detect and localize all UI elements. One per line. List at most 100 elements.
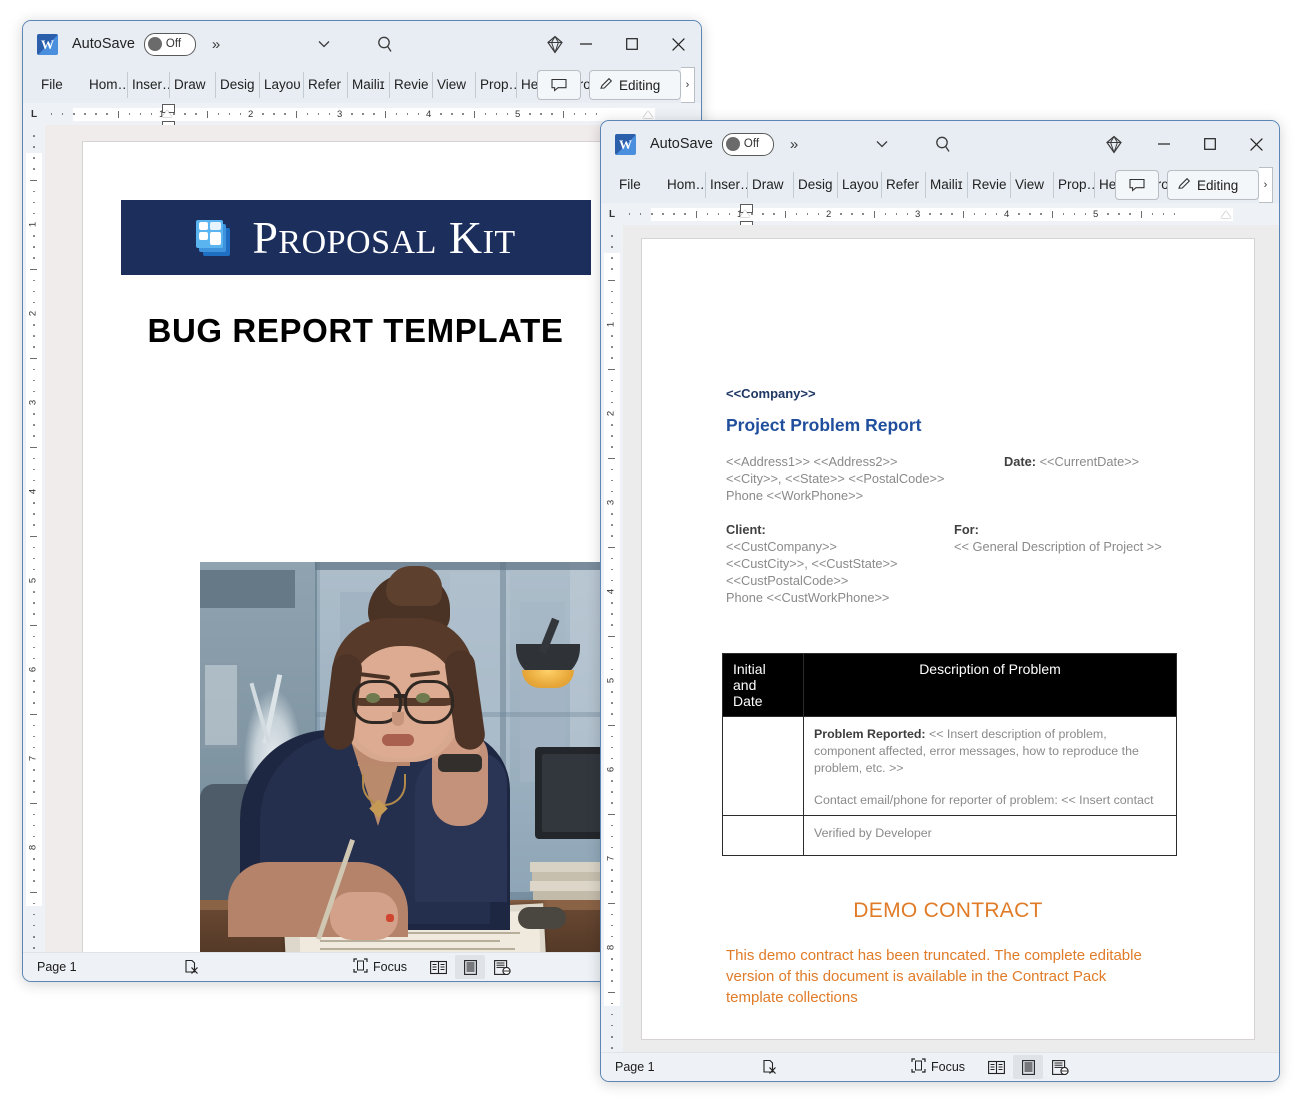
vertical-ruler[interactable]: 1 2 3 4 5 6 7 8: [23, 125, 45, 981]
ribbon-overflow-chevron-icon[interactable]: ›: [681, 67, 695, 103]
vertical-ruler[interactable]: 1 2 3 4 5 6 7 8: [601, 225, 623, 1081]
tab-file[interactable]: File: [29, 72, 85, 98]
right-indent-marker[interactable]: [1221, 210, 1231, 218]
tab-file[interactable]: File: [607, 172, 663, 198]
minimize-button[interactable]: [563, 21, 609, 67]
tab-references[interactable]: Refer: [304, 72, 348, 98]
horizontal-ruler[interactable]: L 12345: [23, 103, 701, 130]
cell-initial-date-2[interactable]: [722, 815, 804, 856]
ruler-tick: [884, 212, 887, 215]
ruler-tick: [610, 535, 613, 537]
ruler-number: 6: [27, 666, 39, 673]
tab-references[interactable]: Refer: [882, 172, 926, 198]
tab-view[interactable]: View: [433, 72, 476, 98]
proofing-error-icon[interactable]: [183, 959, 200, 976]
web-layout-icon[interactable]: [1045, 1055, 1075, 1079]
close-button[interactable]: [1233, 121, 1279, 167]
print-layout-icon[interactable]: [455, 955, 485, 979]
ruler-tick: [195, 112, 197, 115]
ruler-tick: [651, 212, 653, 215]
ruler-tick: [32, 279, 35, 282]
tab-design[interactable]: Desiɡ: [216, 72, 260, 98]
autosave-toggle[interactable]: Off: [721, 132, 774, 156]
comments-button[interactable]: [1115, 170, 1159, 200]
qat-customize-chevron-down-icon[interactable]: [315, 35, 333, 57]
maximize-button[interactable]: [1187, 121, 1233, 167]
cell-description-1[interactable]: Problem Reported: << Insert description …: [803, 716, 1177, 816]
tab-home[interactable]: Hom…: [663, 172, 706, 198]
document-canvas-project-problem-report[interactable]: <<Company>> Project Problem Report <<Add…: [623, 225, 1279, 1052]
search-icon[interactable]: [933, 134, 955, 161]
status-bar[interactable]: Page 1 Focus: [601, 1052, 1279, 1081]
tab-properties[interactable]: Prop…: [1054, 172, 1095, 198]
focus-mode-button[interactable]: Focus: [911, 1058, 965, 1076]
tab-draw[interactable]: Draw: [170, 72, 216, 98]
tab-mailings[interactable]: Mailiɪ: [348, 72, 390, 98]
close-button[interactable]: [655, 21, 701, 67]
ruler-tick: [473, 110, 475, 118]
autosave-toggle-knob: [147, 37, 162, 51]
ruler-tick: [32, 368, 35, 371]
ruler-tick: [351, 112, 353, 115]
autosave-toggle[interactable]: Off: [143, 32, 196, 56]
ruler-tick: [610, 1013, 613, 1016]
tab-view[interactable]: View: [1011, 172, 1054, 198]
qat-more-icon[interactable]: »: [212, 36, 220, 53]
cell-description-2[interactable]: Verified by Developer: [803, 815, 1177, 856]
ruler-tick: [262, 112, 264, 115]
client-block: Client: <<CustCompany>> <<CustCity>>, <<…: [726, 521, 971, 606]
tab-properties[interactable]: Prop…: [476, 72, 517, 98]
qat-more-icon[interactable]: »: [790, 136, 798, 153]
ruler-tick: [695, 210, 697, 218]
search-icon[interactable]: [375, 34, 397, 61]
status-page-number[interactable]: Page 1: [615, 1060, 655, 1074]
document-page-1[interactable]: <<Company>> Project Problem Report <<Add…: [642, 239, 1254, 1039]
tab-stop-selector[interactable]: L: [601, 209, 623, 220]
horizontal-ruler-track[interactable]: 12345: [623, 203, 1271, 230]
horizontal-ruler[interactable]: L 12345: [601, 203, 1279, 230]
maximize-button[interactable]: [609, 21, 655, 67]
ribbon-tab-bar[interactable]: File Hom… Inser… Draw Desiɡ Layoᴜ Refer …: [601, 167, 1279, 203]
tab-design[interactable]: Desiɡ: [794, 172, 838, 198]
editing-mode-button[interactable]: Editing: [1167, 170, 1259, 200]
hanging-indent-marker[interactable]: [740, 209, 750, 217]
web-layout-icon[interactable]: [487, 955, 517, 979]
read-mode-icon[interactable]: [981, 1055, 1011, 1079]
tab-layout[interactable]: Layoᴜ: [260, 72, 304, 98]
qat-customize-chevron-down-icon[interactable]: [873, 135, 891, 157]
table-row[interactable]: Problem Reported: << Insert description …: [722, 716, 1177, 816]
minimize-button[interactable]: [1141, 121, 1187, 167]
editing-mode-button[interactable]: Editing: [589, 70, 681, 100]
ribbon-overflow-chevron-icon[interactable]: ›: [1259, 167, 1273, 203]
word-window-project-problem-report[interactable]: W AutoSave Off » File Hom… Inser Draw De…: [600, 120, 1280, 1082]
diamond-icon[interactable]: [1103, 134, 1125, 161]
status-page-number[interactable]: Page 1: [37, 960, 77, 974]
tab-review[interactable]: Revie: [968, 172, 1011, 198]
horizontal-ruler-track[interactable]: 12345: [45, 103, 693, 130]
ruler-tick: [217, 112, 220, 115]
ruler-tick: [32, 613, 35, 615]
read-mode-icon[interactable]: [423, 955, 453, 979]
tab-stop-selector[interactable]: L: [23, 109, 45, 120]
tab-mailings[interactable]: Mailiɪ: [926, 172, 968, 198]
tab-draw[interactable]: Draw: [748, 172, 794, 198]
ribbon-tab-bar[interactable]: File Hom… Inser… Draw Desiɡ Layoᴜ Refer …: [23, 67, 701, 103]
tab-review[interactable]: Revie: [390, 72, 433, 98]
comments-button[interactable]: [537, 70, 581, 100]
tab-layout[interactable]: Layoᴜ: [838, 172, 882, 198]
ribbon-tabs[interactable]: File Hom… Inser… Draw Desiɡ Layoᴜ Refer …: [29, 70, 600, 100]
tab-insert[interactable]: Inser…: [706, 172, 748, 198]
ribbon-tabs[interactable]: File Hom… Inser… Draw Desiɡ Layoᴜ Refer …: [607, 170, 1178, 200]
focus-mode-button[interactable]: Focus: [353, 958, 407, 976]
right-indent-marker[interactable]: [643, 110, 653, 118]
print-layout-icon[interactable]: [1013, 1055, 1043, 1079]
frustrated-office-worker-illustration[interactable]: [200, 562, 615, 952]
proofing-error-icon[interactable]: [761, 1059, 778, 1076]
document-page-1[interactable]: PROPOSAL KIT BUG REPORT TEMPLATE: [83, 142, 628, 952]
tab-insert[interactable]: Inser…: [128, 72, 170, 98]
table-row[interactable]: Verified by Developer: [722, 815, 1177, 856]
tab-home[interactable]: Hom…: [85, 72, 128, 98]
cell-initial-date-1[interactable]: [722, 716, 804, 816]
hanging-indent-marker[interactable]: [162, 109, 172, 117]
ruler-number: 2: [27, 310, 39, 317]
